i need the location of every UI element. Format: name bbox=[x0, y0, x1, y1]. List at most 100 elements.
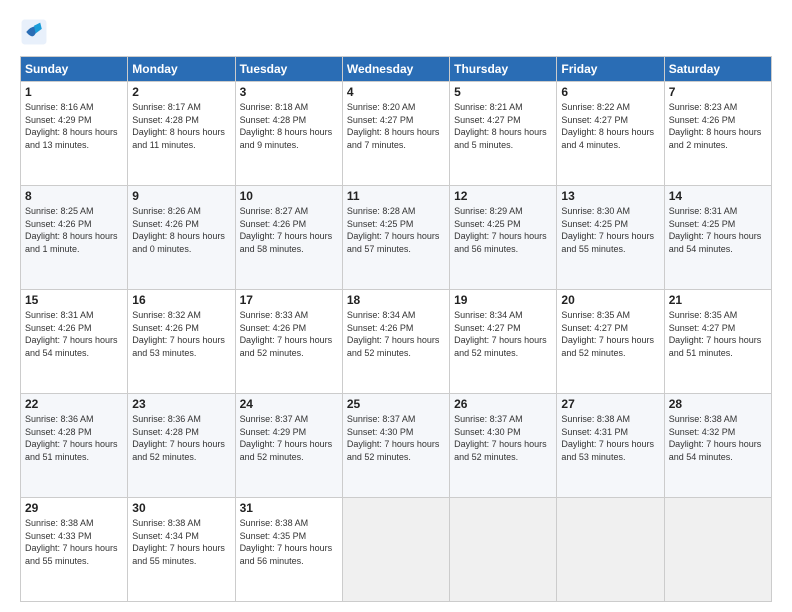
day-info: Sunrise: 8:38 AMSunset: 4:31 PMDaylight:… bbox=[561, 413, 659, 463]
day-info: Sunrise: 8:28 AMSunset: 4:25 PMDaylight:… bbox=[347, 205, 445, 255]
day-number: 28 bbox=[669, 397, 767, 411]
day-cell: 25 Sunrise: 8:37 AMSunset: 4:30 PMDaylig… bbox=[342, 394, 449, 498]
day-info: Sunrise: 8:38 AMSunset: 4:33 PMDaylight:… bbox=[25, 517, 123, 567]
day-info: Sunrise: 8:25 AMSunset: 4:26 PMDaylight:… bbox=[25, 205, 123, 255]
day-number: 10 bbox=[240, 189, 338, 203]
day-info: Sunrise: 8:36 AMSunset: 4:28 PMDaylight:… bbox=[132, 413, 230, 463]
weekday-thursday: Thursday bbox=[450, 57, 557, 82]
day-cell bbox=[557, 498, 664, 602]
day-cell: 8 Sunrise: 8:25 AMSunset: 4:26 PMDayligh… bbox=[21, 186, 128, 290]
day-info: Sunrise: 8:23 AMSunset: 4:26 PMDaylight:… bbox=[669, 101, 767, 151]
day-cell: 30 Sunrise: 8:38 AMSunset: 4:34 PMDaylig… bbox=[128, 498, 235, 602]
day-cell bbox=[664, 498, 771, 602]
day-cell: 22 Sunrise: 8:36 AMSunset: 4:28 PMDaylig… bbox=[21, 394, 128, 498]
day-info: Sunrise: 8:37 AMSunset: 4:30 PMDaylight:… bbox=[454, 413, 552, 463]
day-cell: 15 Sunrise: 8:31 AMSunset: 4:26 PMDaylig… bbox=[21, 290, 128, 394]
day-info: Sunrise: 8:33 AMSunset: 4:26 PMDaylight:… bbox=[240, 309, 338, 359]
day-number: 20 bbox=[561, 293, 659, 307]
day-number: 29 bbox=[25, 501, 123, 515]
day-info: Sunrise: 8:38 AMSunset: 4:35 PMDaylight:… bbox=[240, 517, 338, 567]
day-cell: 27 Sunrise: 8:38 AMSunset: 4:31 PMDaylig… bbox=[557, 394, 664, 498]
day-number: 4 bbox=[347, 85, 445, 99]
day-info: Sunrise: 8:34 AMSunset: 4:27 PMDaylight:… bbox=[454, 309, 552, 359]
day-info: Sunrise: 8:32 AMSunset: 4:26 PMDaylight:… bbox=[132, 309, 230, 359]
day-number: 7 bbox=[669, 85, 767, 99]
day-number: 12 bbox=[454, 189, 552, 203]
day-info: Sunrise: 8:34 AMSunset: 4:26 PMDaylight:… bbox=[347, 309, 445, 359]
day-cell: 4 Sunrise: 8:20 AMSunset: 4:27 PMDayligh… bbox=[342, 82, 449, 186]
day-info: Sunrise: 8:31 AMSunset: 4:25 PMDaylight:… bbox=[669, 205, 767, 255]
day-cell: 10 Sunrise: 8:27 AMSunset: 4:26 PMDaylig… bbox=[235, 186, 342, 290]
day-number: 9 bbox=[132, 189, 230, 203]
day-info: Sunrise: 8:21 AMSunset: 4:27 PMDaylight:… bbox=[454, 101, 552, 151]
day-cell: 31 Sunrise: 8:38 AMSunset: 4:35 PMDaylig… bbox=[235, 498, 342, 602]
day-number: 19 bbox=[454, 293, 552, 307]
day-info: Sunrise: 8:38 AMSunset: 4:32 PMDaylight:… bbox=[669, 413, 767, 463]
day-cell: 3 Sunrise: 8:18 AMSunset: 4:28 PMDayligh… bbox=[235, 82, 342, 186]
day-number: 8 bbox=[25, 189, 123, 203]
day-cell: 9 Sunrise: 8:26 AMSunset: 4:26 PMDayligh… bbox=[128, 186, 235, 290]
day-cell: 16 Sunrise: 8:32 AMSunset: 4:26 PMDaylig… bbox=[128, 290, 235, 394]
day-number: 26 bbox=[454, 397, 552, 411]
header bbox=[20, 18, 772, 46]
day-number: 15 bbox=[25, 293, 123, 307]
weekday-wednesday: Wednesday bbox=[342, 57, 449, 82]
weekday-monday: Monday bbox=[128, 57, 235, 82]
day-info: Sunrise: 8:17 AMSunset: 4:28 PMDaylight:… bbox=[132, 101, 230, 151]
week-row-3: 15 Sunrise: 8:31 AMSunset: 4:26 PMDaylig… bbox=[21, 290, 772, 394]
day-number: 31 bbox=[240, 501, 338, 515]
day-cell bbox=[342, 498, 449, 602]
day-cell: 23 Sunrise: 8:36 AMSunset: 4:28 PMDaylig… bbox=[128, 394, 235, 498]
day-cell: 17 Sunrise: 8:33 AMSunset: 4:26 PMDaylig… bbox=[235, 290, 342, 394]
day-cell: 5 Sunrise: 8:21 AMSunset: 4:27 PMDayligh… bbox=[450, 82, 557, 186]
day-info: Sunrise: 8:26 AMSunset: 4:26 PMDaylight:… bbox=[132, 205, 230, 255]
day-info: Sunrise: 8:36 AMSunset: 4:28 PMDaylight:… bbox=[25, 413, 123, 463]
day-cell bbox=[450, 498, 557, 602]
day-number: 23 bbox=[132, 397, 230, 411]
weekday-sunday: Sunday bbox=[21, 57, 128, 82]
day-cell: 21 Sunrise: 8:35 AMSunset: 4:27 PMDaylig… bbox=[664, 290, 771, 394]
day-cell: 19 Sunrise: 8:34 AMSunset: 4:27 PMDaylig… bbox=[450, 290, 557, 394]
day-cell: 13 Sunrise: 8:30 AMSunset: 4:25 PMDaylig… bbox=[557, 186, 664, 290]
day-number: 14 bbox=[669, 189, 767, 203]
day-number: 27 bbox=[561, 397, 659, 411]
day-info: Sunrise: 8:22 AMSunset: 4:27 PMDaylight:… bbox=[561, 101, 659, 151]
day-cell: 18 Sunrise: 8:34 AMSunset: 4:26 PMDaylig… bbox=[342, 290, 449, 394]
logo bbox=[20, 18, 52, 46]
page: SundayMondayTuesdayWednesdayThursdayFrid… bbox=[0, 0, 792, 612]
weekday-friday: Friday bbox=[557, 57, 664, 82]
weekday-saturday: Saturday bbox=[664, 57, 771, 82]
day-info: Sunrise: 8:37 AMSunset: 4:29 PMDaylight:… bbox=[240, 413, 338, 463]
day-info: Sunrise: 8:30 AMSunset: 4:25 PMDaylight:… bbox=[561, 205, 659, 255]
week-row-5: 29 Sunrise: 8:38 AMSunset: 4:33 PMDaylig… bbox=[21, 498, 772, 602]
day-cell: 28 Sunrise: 8:38 AMSunset: 4:32 PMDaylig… bbox=[664, 394, 771, 498]
day-number: 2 bbox=[132, 85, 230, 99]
day-info: Sunrise: 8:35 AMSunset: 4:27 PMDaylight:… bbox=[669, 309, 767, 359]
day-cell: 7 Sunrise: 8:23 AMSunset: 4:26 PMDayligh… bbox=[664, 82, 771, 186]
day-info: Sunrise: 8:35 AMSunset: 4:27 PMDaylight:… bbox=[561, 309, 659, 359]
day-info: Sunrise: 8:31 AMSunset: 4:26 PMDaylight:… bbox=[25, 309, 123, 359]
day-info: Sunrise: 8:27 AMSunset: 4:26 PMDaylight:… bbox=[240, 205, 338, 255]
day-number: 16 bbox=[132, 293, 230, 307]
day-number: 3 bbox=[240, 85, 338, 99]
day-info: Sunrise: 8:38 AMSunset: 4:34 PMDaylight:… bbox=[132, 517, 230, 567]
day-cell: 2 Sunrise: 8:17 AMSunset: 4:28 PMDayligh… bbox=[128, 82, 235, 186]
day-number: 6 bbox=[561, 85, 659, 99]
day-number: 1 bbox=[25, 85, 123, 99]
day-number: 30 bbox=[132, 501, 230, 515]
day-cell: 14 Sunrise: 8:31 AMSunset: 4:25 PMDaylig… bbox=[664, 186, 771, 290]
logo-icon bbox=[20, 18, 48, 46]
day-number: 21 bbox=[669, 293, 767, 307]
day-number: 24 bbox=[240, 397, 338, 411]
day-info: Sunrise: 8:20 AMSunset: 4:27 PMDaylight:… bbox=[347, 101, 445, 151]
day-number: 18 bbox=[347, 293, 445, 307]
day-cell: 11 Sunrise: 8:28 AMSunset: 4:25 PMDaylig… bbox=[342, 186, 449, 290]
day-cell: 6 Sunrise: 8:22 AMSunset: 4:27 PMDayligh… bbox=[557, 82, 664, 186]
day-cell: 20 Sunrise: 8:35 AMSunset: 4:27 PMDaylig… bbox=[557, 290, 664, 394]
day-info: Sunrise: 8:29 AMSunset: 4:25 PMDaylight:… bbox=[454, 205, 552, 255]
day-number: 17 bbox=[240, 293, 338, 307]
day-number: 11 bbox=[347, 189, 445, 203]
week-row-4: 22 Sunrise: 8:36 AMSunset: 4:28 PMDaylig… bbox=[21, 394, 772, 498]
day-number: 22 bbox=[25, 397, 123, 411]
day-cell: 1 Sunrise: 8:16 AMSunset: 4:29 PMDayligh… bbox=[21, 82, 128, 186]
